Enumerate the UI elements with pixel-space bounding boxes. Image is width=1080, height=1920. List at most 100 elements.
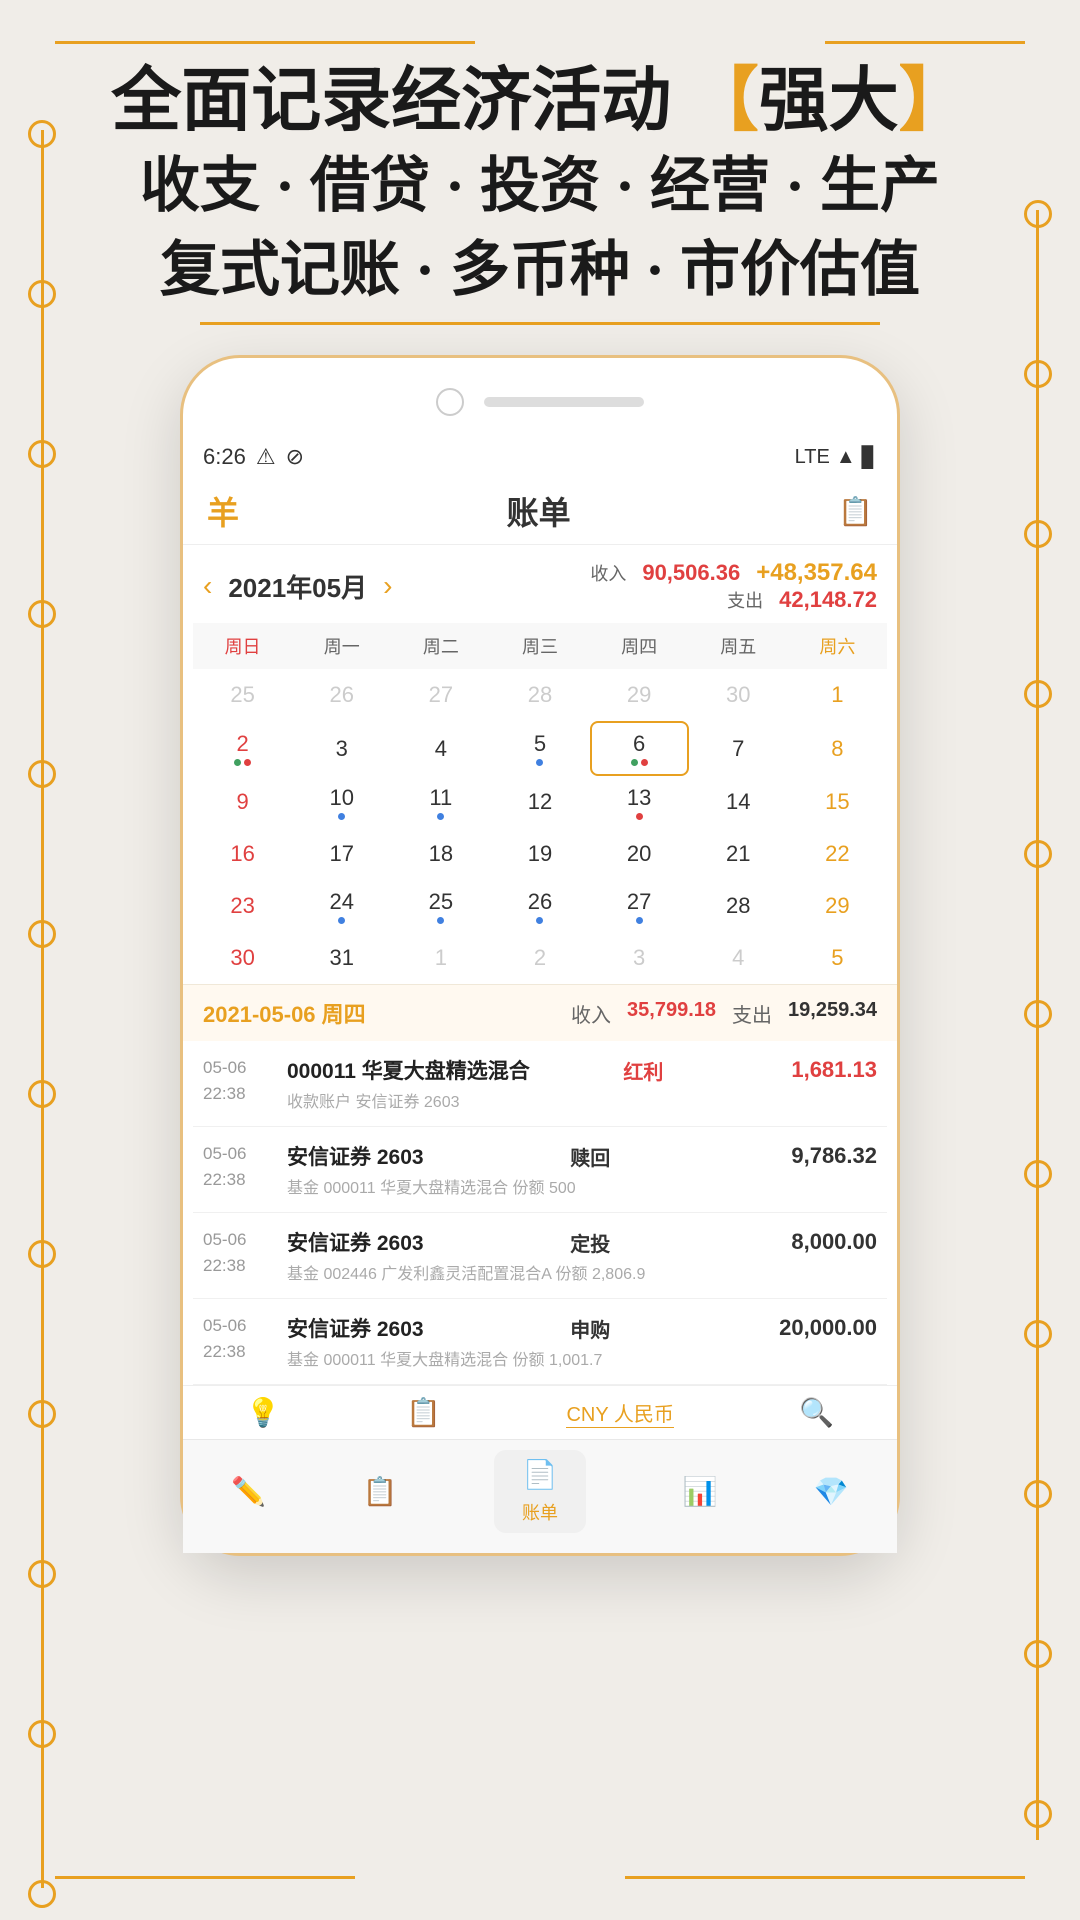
cal-day[interactable]: 3: [292, 721, 391, 776]
phone-mockup: 6:26 ⚠ ⊘ LTE ▲ ▊ 羊 账单 📋 ‹ 2021年05月 › 收入 …: [180, 355, 900, 1556]
status-bar: 6:26 ⚠ ⊘ LTE ▲ ▊: [183, 436, 897, 478]
selected-date-header: 2021-05-06 周四 收入 35,799.18 支出 19,259.34: [183, 984, 897, 1041]
txn-details: 安信证券 2603 定投 8,000.00 基金 002446 广发利鑫灵活配置…: [287, 1227, 877, 1284]
income-value: 90,506.36: [642, 560, 740, 586]
txn-amount: 20,000.00: [757, 1315, 877, 1341]
txn-sub: 基金 000011 华夏大盘精选混合 份额 1,001.7: [287, 1346, 877, 1370]
txn-date: 05-0622:38: [203, 1055, 273, 1106]
txn-name: 安信证券 2603: [287, 1227, 424, 1257]
cal-day[interactable]: 28: [490, 669, 589, 721]
cal-day[interactable]: 27: [590, 880, 689, 932]
sel-expense-value: 19,259.34: [788, 999, 877, 1028]
calendar-grid: 25 26 27 28 29 30 1 2 3 4 5 6 7 8: [193, 669, 887, 984]
cal-day[interactable]: 13: [590, 776, 689, 828]
status-time: 6:26: [203, 444, 246, 470]
cal-day[interactable]: 10: [292, 776, 391, 828]
cal-day[interactable]: 12: [490, 776, 589, 828]
cal-day[interactable]: 21: [689, 828, 788, 880]
cal-day[interactable]: 30: [689, 669, 788, 721]
transaction-item[interactable]: 05-0622:38 安信证券 2603 赎回 9,786.32 基金 0000…: [193, 1127, 887, 1213]
txn-amount: 8,000.00: [757, 1229, 877, 1255]
search-icon[interactable]: 🔍: [799, 1396, 834, 1429]
cal-day[interactable]: 4: [689, 932, 788, 984]
cal-day[interactable]: 2: [193, 721, 292, 776]
currency-selector[interactable]: CNY 人民币: [566, 1398, 673, 1428]
cal-day[interactable]: 1: [391, 932, 490, 984]
nav-bills-label: 账单: [522, 1499, 558, 1525]
month-stats: 收入 90,506.36 +48,357.64 支出 42,148.72: [590, 559, 877, 613]
calendar-header: 周日 周一 周二 周三 周四 周五 周六: [193, 623, 887, 669]
lightbulb-icon[interactable]: 💡: [246, 1396, 281, 1429]
cal-day[interactable]: 25: [193, 669, 292, 721]
bottom-toolbar: 💡 📋 CNY 人民币 🔍: [183, 1385, 897, 1439]
next-month-button[interactable]: ›: [383, 570, 392, 602]
bottom-nav: ✏️ 📋 📄 账单 📊 💎: [183, 1439, 897, 1553]
weekday-fri: 周五: [689, 629, 788, 663]
weekday-mon: 周一: [292, 629, 391, 663]
txn-tag: 赎回: [560, 1142, 620, 1171]
edit-icon: ✏️: [231, 1475, 266, 1508]
cal-day[interactable]: 19: [490, 828, 589, 880]
cal-day[interactable]: 23: [193, 880, 292, 932]
battery-icon: ▊: [862, 445, 877, 470]
cal-day[interactable]: 18: [391, 828, 490, 880]
nav-item-stats[interactable]: 📊: [683, 1475, 718, 1508]
txn-details: 安信证券 2603 赎回 9,786.32 基金 000011 华夏大盘精选混合…: [287, 1141, 877, 1198]
txn-sub: 收款账户 安信证券 2603: [287, 1088, 877, 1112]
txn-date: 05-0622:38: [203, 1227, 273, 1278]
cal-day[interactable]: 29: [590, 669, 689, 721]
cal-day[interactable]: 4: [391, 721, 490, 776]
cal-day[interactable]: 26: [490, 880, 589, 932]
cal-day[interactable]: 3: [590, 932, 689, 984]
cal-day[interactable]: 9: [193, 776, 292, 828]
txn-date: 05-0622:38: [203, 1313, 273, 1364]
selected-date: 2021-05-06 周四: [203, 997, 366, 1029]
nav-item-premium[interactable]: 💎: [814, 1475, 849, 1508]
nav-item-bills[interactable]: 📄 账单: [494, 1450, 586, 1533]
stats-icon: 📊: [683, 1475, 718, 1508]
cal-day[interactable]: 28: [689, 880, 788, 932]
notes-icon[interactable]: 📋: [838, 495, 873, 528]
transaction-item[interactable]: 05-0622:38 000011 华夏大盘精选混合 红利 1,681.13 收…: [193, 1041, 887, 1127]
cal-day[interactable]: 7: [689, 721, 788, 776]
cal-day[interactable]: 16: [193, 828, 292, 880]
weekday-thu: 周四: [590, 629, 689, 663]
cal-day[interactable]: 25: [391, 880, 490, 932]
cal-day[interactable]: 5: [788, 932, 887, 984]
nav-item-records[interactable]: 📋: [363, 1475, 398, 1508]
cal-day[interactable]: 2: [490, 932, 589, 984]
nav-item-edit[interactable]: ✏️: [231, 1475, 266, 1508]
diamond-icon: 💎: [814, 1475, 849, 1508]
transaction-item[interactable]: 05-0622:38 安信证券 2603 申购 20,000.00 基金 000…: [193, 1299, 887, 1385]
app-logo: 羊: [207, 488, 239, 534]
cal-day[interactable]: 27: [391, 669, 490, 721]
prev-month-button[interactable]: ‹: [203, 570, 212, 602]
cal-day[interactable]: 1: [788, 669, 887, 721]
month-nav: ‹ 2021年05月 › 收入 90,506.36 +48,357.64 支出 …: [183, 545, 897, 623]
cal-day[interactable]: 11: [391, 776, 490, 828]
cal-day[interactable]: 26: [292, 669, 391, 721]
transaction-item[interactable]: 05-0622:38 安信证券 2603 定投 8,000.00 基金 0024…: [193, 1213, 887, 1299]
cal-day[interactable]: 14: [689, 776, 788, 828]
cal-day[interactable]: 29: [788, 880, 887, 932]
cal-day[interactable]: 30: [193, 932, 292, 984]
phone-top-bar: [183, 388, 897, 436]
txn-details: 000011 华夏大盘精选混合 红利 1,681.13 收款账户 安信证券 26…: [287, 1055, 877, 1112]
cal-day[interactable]: 20: [590, 828, 689, 880]
cal-day[interactable]: 24: [292, 880, 391, 932]
cal-day[interactable]: 5: [490, 721, 589, 776]
cal-day[interactable]: 31: [292, 932, 391, 984]
weekday-tue: 周二: [391, 629, 490, 663]
bills-icon: 📄: [523, 1458, 558, 1491]
balance-value: +48,357.64: [756, 559, 877, 587]
signal-icon: ⊘: [286, 444, 304, 470]
list-icon[interactable]: 📋: [406, 1396, 441, 1429]
weekday-sun: 周日: [193, 629, 292, 663]
cal-day[interactable]: 17: [292, 828, 391, 880]
cal-day-today[interactable]: 6: [590, 721, 689, 776]
cal-day[interactable]: 22: [788, 828, 887, 880]
cal-day[interactable]: 8: [788, 721, 887, 776]
hero-line2: 收支 · 借贷 · 投资 · 经营 · 生产: [0, 144, 1080, 228]
sel-income-label: 收入: [571, 999, 611, 1028]
cal-day[interactable]: 15: [788, 776, 887, 828]
